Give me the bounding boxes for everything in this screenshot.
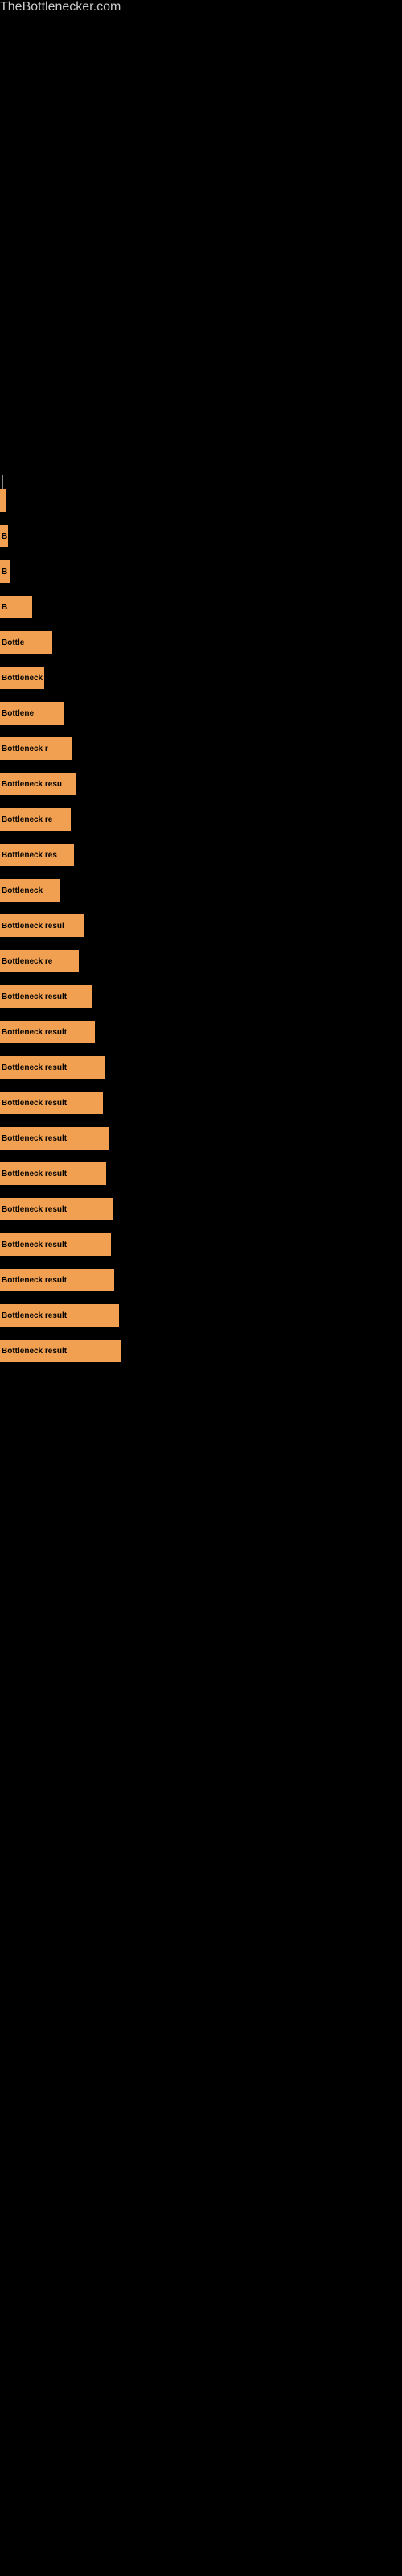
bar-fill-2: B [0, 525, 8, 547]
bar-fill-10: Bottleneck re [0, 808, 71, 831]
bar-row-23: Bottleneck result [0, 1262, 402, 1298]
bar-text-10: Bottleneck re [2, 815, 52, 824]
bar-row-4: B [0, 589, 402, 625]
bar-fill-1 [0, 489, 6, 512]
bar-row-20: Bottleneck result [0, 1156, 402, 1191]
bar-fill-14: Bottleneck re [0, 950, 79, 972]
bar-text-20: Bottleneck result [2, 1170, 67, 1179]
bar-row-22: Bottleneck result [0, 1227, 402, 1262]
bar-fill-8: Bottleneck r [0, 737, 72, 760]
bar-text-14: Bottleneck re [2, 957, 52, 966]
bar-text-9: Bottleneck resu [2, 780, 62, 789]
bar-text-24: Bottleneck result [2, 1311, 67, 1320]
bar-fill-21: Bottleneck result [0, 1198, 113, 1220]
bar-fill-22: Bottleneck result [0, 1233, 111, 1256]
bar-row-25: Bottleneck result [0, 1333, 402, 1368]
bar-row-13: Bottleneck resul [0, 908, 402, 943]
bar-row-24: Bottleneck result [0, 1298, 402, 1333]
bar-row-1 [0, 483, 402, 518]
bar-row-16: Bottleneck result [0, 1014, 402, 1050]
bar-fill-12: Bottleneck [0, 879, 60, 902]
bar-fill-17: Bottleneck result [0, 1056, 105, 1079]
bar-fill-18: Bottleneck result [0, 1092, 103, 1114]
bar-fill-25: Bottleneck result [0, 1340, 121, 1362]
bar-row-7: Bottlene [0, 696, 402, 731]
bar-row-11: Bottleneck res [0, 837, 402, 873]
bar-row-2: B [0, 518, 402, 554]
bar-row-9: Bottleneck resu [0, 766, 402, 802]
bar-row-18: Bottleneck result [0, 1085, 402, 1121]
bar-fill-24: Bottleneck result [0, 1304, 119, 1327]
bar-row-5: Bottle [0, 625, 402, 660]
bar-text-18: Bottleneck result [2, 1099, 67, 1108]
bar-fill-5: Bottle [0, 631, 52, 654]
bar-fill-23: Bottleneck result [0, 1269, 114, 1291]
bar-row-12: Bottleneck [0, 873, 402, 908]
bar-fill-15: Bottleneck result [0, 985, 92, 1008]
bar-row-17: Bottleneck result [0, 1050, 402, 1085]
bar-row-21: Bottleneck result [0, 1191, 402, 1227]
bar-text-23: Bottleneck result [2, 1276, 67, 1285]
bar-text-4: B [2, 603, 7, 612]
bar-text-2: B [2, 532, 7, 541]
bar-fill-16: Bottleneck result [0, 1021, 95, 1043]
bar-row-6: Bottleneck [0, 660, 402, 696]
bar-row-8: Bottleneck r [0, 731, 402, 766]
bar-fill-11: Bottleneck res [0, 844, 74, 866]
bar-fill-19: Bottleneck result [0, 1127, 109, 1150]
chart-area [0, 14, 402, 497]
bar-text-12: Bottleneck [2, 886, 43, 895]
site-title: TheBottlenecker.com [0, 0, 402, 14]
bar-row-14: Bottleneck re [0, 943, 402, 979]
bar-text-5: Bottle [2, 638, 24, 647]
bar-text-7: Bottlene [2, 709, 34, 718]
bar-text-11: Bottleneck res [2, 851, 57, 860]
bar-text-25: Bottleneck result [2, 1347, 67, 1356]
bar-fill-20: Bottleneck result [0, 1162, 106, 1185]
bar-text-17: Bottleneck result [2, 1063, 67, 1072]
bar-text-21: Bottleneck result [2, 1205, 67, 1214]
bar-text-15: Bottleneck result [2, 993, 67, 1001]
bar-text-19: Bottleneck result [2, 1134, 67, 1143]
bars-container: B B B Bottle Bottleneck Bottlene Bottleneck r B… [0, 483, 402, 1368]
bar-fill-6: Bottleneck [0, 667, 44, 689]
bar-text-6: Bottleneck [2, 674, 43, 683]
bar-fill-13: Bottleneck resul [0, 914, 84, 937]
bar-text-13: Bottleneck resul [2, 922, 64, 931]
bar-fill-4: B [0, 596, 32, 618]
bar-row-15: Bottleneck result [0, 979, 402, 1014]
bar-row-10: Bottleneck re [0, 802, 402, 837]
bar-row-3: B [0, 554, 402, 589]
bar-row-19: Bottleneck result [0, 1121, 402, 1156]
bar-text-3: B [2, 568, 7, 576]
bar-text-22: Bottleneck result [2, 1241, 67, 1249]
bar-fill-7: Bottlene [0, 702, 64, 724]
bar-text-8: Bottleneck r [2, 745, 48, 753]
bar-text-16: Bottleneck result [2, 1028, 67, 1037]
bar-fill-3: B [0, 560, 10, 583]
bar-fill-9: Bottleneck resu [0, 773, 76, 795]
